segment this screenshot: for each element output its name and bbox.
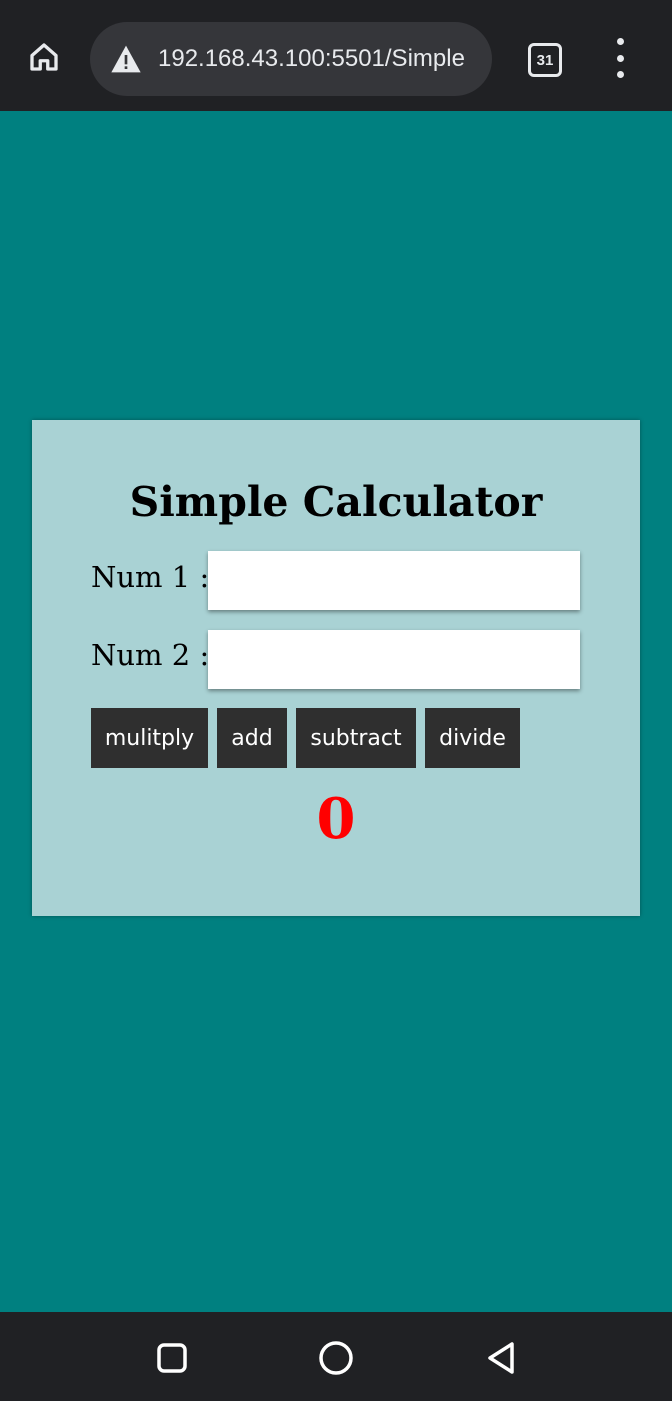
multiply-button[interactable]: mulitply bbox=[91, 708, 208, 768]
recents-icon bbox=[152, 1343, 192, 1382]
divide-button[interactable]: divide bbox=[425, 708, 520, 768]
tab-count: 31 bbox=[536, 51, 554, 69]
result-display: 0 bbox=[316, 786, 356, 852]
back-button[interactable] bbox=[482, 1338, 522, 1378]
num1-input[interactable] bbox=[208, 551, 580, 610]
num1-label: Num 1 : bbox=[91, 560, 210, 594]
add-button[interactable]: add bbox=[217, 708, 287, 768]
address-bar[interactable]: 192.168.43.100:5501/Simple bbox=[90, 22, 492, 96]
subtract-button[interactable]: subtract bbox=[296, 708, 416, 768]
back-icon bbox=[482, 1342, 522, 1382]
home-icon bbox=[26, 39, 62, 80]
num2-label: Num 2 : bbox=[91, 638, 210, 672]
recents-button[interactable] bbox=[152, 1338, 192, 1378]
system-home-button[interactable] bbox=[316, 1338, 356, 1378]
browser-toolbar: 192.168.43.100:5501/Simple 31 bbox=[0, 0, 672, 111]
browser-home-button[interactable] bbox=[20, 37, 68, 81]
tabs-button[interactable]: 31 bbox=[526, 41, 562, 77]
more-vert-icon bbox=[616, 38, 624, 45]
home-circle-icon bbox=[316, 1341, 356, 1382]
url-text: 192.168.43.100:5501/Simple bbox=[158, 45, 465, 72]
system-nav-bar bbox=[0, 1312, 672, 1401]
tabs-icon: 31 bbox=[528, 43, 562, 77]
num2-input[interactable] bbox=[208, 630, 580, 689]
page-title: Simple Calculator bbox=[129, 478, 543, 526]
warning-icon bbox=[110, 42, 144, 76]
browser-menu-button[interactable] bbox=[604, 38, 636, 78]
